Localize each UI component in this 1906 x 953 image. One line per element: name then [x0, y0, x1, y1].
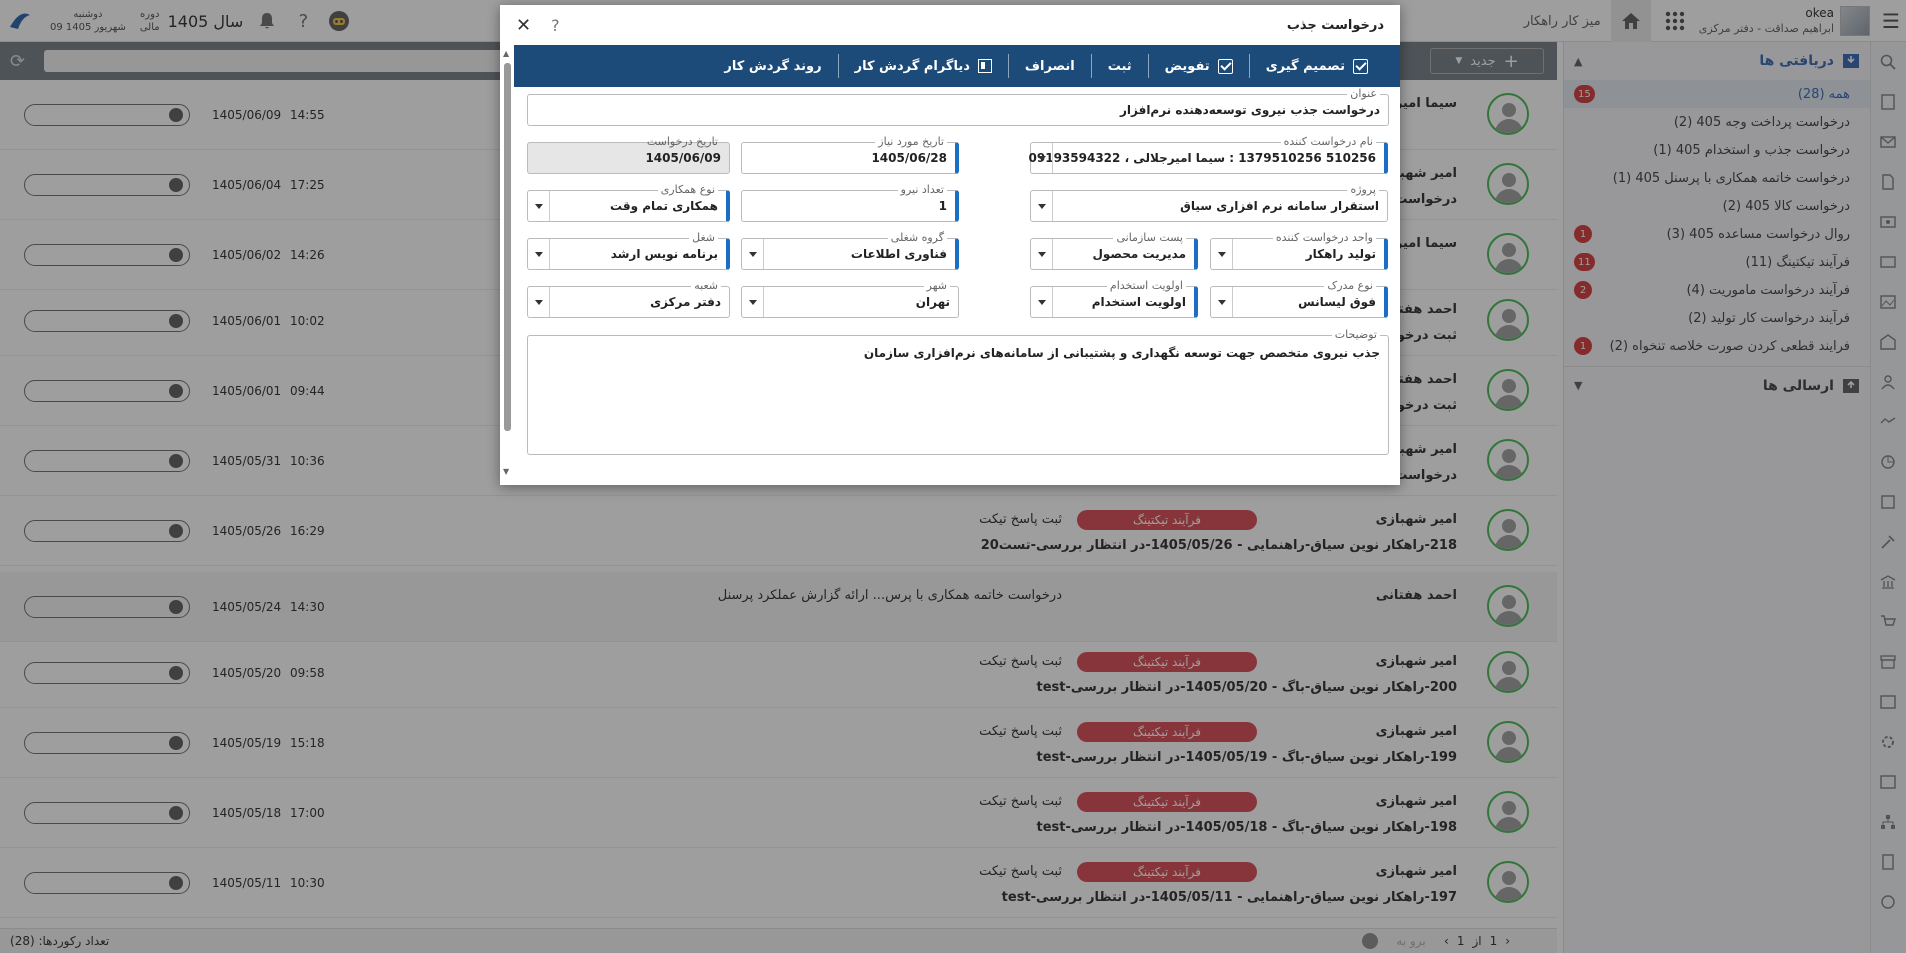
project-value: استقرار سامانه نرم افزاری سیاق [1180, 199, 1379, 213]
chevron-down-icon[interactable] [1031, 191, 1053, 221]
save-label: ثبت [1107, 58, 1132, 74]
requester-value: 510256 1379510256 : سیما امیرجلالی ، 091… [1028, 151, 1376, 165]
org-post-select[interactable]: پست سازمانی مدیریت محصول [1030, 231, 1198, 270]
chevron-down-icon[interactable] [528, 191, 550, 221]
hiring-priority-value: اولویت استخدام [1091, 295, 1186, 309]
job-group-select[interactable]: گروه شغلی فناوری اطلاعات [741, 231, 959, 270]
dialog-toolbar: تصمیم گیری تفویض ثبت انصراف دیاگرام گردش… [514, 45, 1400, 87]
requester-select[interactable]: نام درخواست کننده 510256 1379510256 : سی… [1028, 135, 1388, 174]
scrollbar-thumb[interactable] [504, 63, 511, 431]
delegate-button[interactable]: تفویض [1147, 54, 1249, 78]
headcount-value: 1 [938, 199, 947, 213]
description-textarea[interactable]: توضیحات جذب نیروی متخصص جهت توسعه نگهدار… [527, 328, 1389, 455]
chevron-down-icon[interactable] [1031, 143, 1053, 173]
branch-value: دفتر مرکزی [650, 295, 721, 309]
subject-value: درخواست جذب نیروی توسعه‌دهنده نرم‌افزار [1119, 103, 1380, 117]
checkbox-icon [1217, 58, 1233, 74]
cancel-label: انصراف [1024, 58, 1075, 74]
chevron-down-icon[interactable] [742, 287, 764, 317]
chevron-down-icon[interactable] [742, 239, 764, 269]
hiring-priority-select[interactable]: اولویت استخدام اولویت استخدام [1030, 279, 1198, 318]
dialog-header: درخواست جذب ? ✕ [500, 5, 1400, 45]
city-select[interactable]: شهر تهران [741, 279, 959, 318]
project-label: پروژه [1347, 183, 1379, 196]
checkbox-icon [1353, 58, 1368, 74]
workflow-history-button[interactable]: روند گردش کار [708, 54, 837, 78]
request-date-value: 1405/06/09 [645, 151, 721, 165]
subject-label: عنوان [1347, 87, 1380, 100]
chevron-down-icon[interactable] [528, 239, 550, 269]
decision-button[interactable]: تصمیم گیری [1248, 54, 1384, 78]
need-date-field[interactable]: تاریخ مورد نیاز 1405/06/28 [741, 135, 959, 174]
workflow-diagram-label: دیاگرام گردش کار [854, 58, 970, 74]
cooperation-type-value: همکاری تمام وقت [610, 199, 718, 213]
project-select[interactable]: پروژه استقرار سامانه نرم افزاری سیاق [1030, 183, 1388, 222]
branch-label: شعبه [691, 279, 721, 292]
org-post-value: مدیریت محصول [1092, 247, 1186, 261]
save-button[interactable]: ثبت [1090, 54, 1148, 78]
requester-label: نام درخواست کننده [1280, 135, 1376, 148]
chevron-down-icon[interactable] [528, 287, 550, 317]
description-value: جذب نیروی متخصص جهت توسعه نگهداری و پشتی… [863, 346, 1380, 360]
workflow-history-label: روند گردش کار [724, 58, 822, 74]
job-group-value: فناوری اطلاعات [850, 247, 947, 261]
workflow-diagram-button[interactable]: دیاگرام گردش کار [837, 54, 1008, 78]
help-icon[interactable]: ? [551, 16, 560, 35]
requesting-unit-label: واحد درخواست کننده [1272, 231, 1376, 244]
dialog-scrollbar[interactable]: ▲ ▼ [502, 49, 512, 479]
city-label: شهر [923, 279, 950, 292]
job-label: شغل [689, 231, 718, 244]
request-date-field: تاریخ درخواست 1405/06/09 [527, 135, 730, 174]
request-date-label: تاریخ درخواست [646, 135, 718, 148]
branch-select[interactable]: شعبه دفتر مرکزی [527, 279, 730, 318]
delegate-label: تفویض [1164, 58, 1210, 74]
decision-label: تصمیم گیری [1265, 58, 1345, 74]
job-value: برنامه نویس ارشد [610, 247, 718, 261]
job-group-label: گروه شغلی [887, 231, 947, 244]
chevron-down-icon[interactable] [1211, 239, 1233, 269]
cooperation-type-select[interactable]: نوع همکاری همکاری تمام وقت [527, 183, 730, 222]
degree-value: فوق لیسانس [1298, 295, 1376, 309]
hiring-priority-label: اولویت استخدام [1106, 279, 1186, 292]
need-date-value: 1405/06/28 [871, 151, 947, 165]
subject-field[interactable]: عنوان درخواست جذب نیروی توسعه‌دهنده نرم‌… [527, 87, 1389, 126]
chevron-down-icon[interactable] [1031, 287, 1053, 317]
chevron-down-icon[interactable] [1211, 287, 1233, 317]
degree-label: نوع مدرک [1324, 279, 1376, 292]
org-post-label: پست سازمانی [1113, 231, 1186, 244]
close-icon[interactable]: ✕ [516, 15, 531, 36]
degree-select[interactable]: نوع مدرک فوق لیسانس [1210, 279, 1388, 318]
requesting-unit-select[interactable]: واحد درخواست کننده تولید راهکار [1210, 231, 1388, 270]
cooperation-type-label: نوع همکاری [657, 183, 718, 196]
need-date-label: تاریخ مورد نیاز [875, 135, 947, 148]
dialog-title: درخواست جذب [1286, 17, 1384, 33]
diagram-icon [977, 59, 992, 73]
description-label: توضیحات [1331, 328, 1380, 341]
cancel-button[interactable]: انصراف [1007, 54, 1091, 78]
job-select[interactable]: شغل برنامه نویس ارشد [527, 231, 730, 270]
headcount-label: تعداد نیرو [897, 183, 947, 196]
city-value: تهران [915, 295, 950, 309]
chevron-down-icon[interactable] [1031, 239, 1053, 269]
headcount-field[interactable]: تعداد نیرو 1 [741, 183, 959, 222]
requesting-unit-value: تولید راهکار [1305, 247, 1376, 261]
